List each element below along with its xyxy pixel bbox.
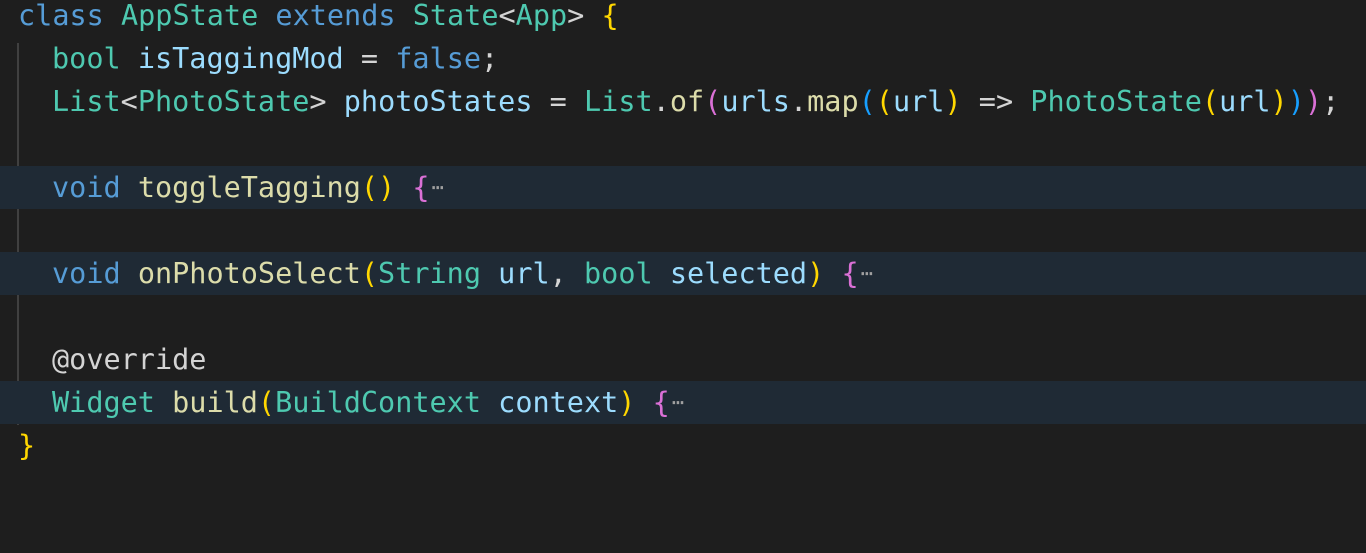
- list-declaration: List<PhotoState> photoStates = List.of(u…: [52, 80, 1339, 123]
- paren-open: (: [875, 85, 893, 118]
- code-line-1[interactable]: class AppState extends State<App> {: [0, 0, 1366, 37]
- params: (): [360, 171, 396, 204]
- fold-ellipsis-icon[interactable]: ⋯: [672, 390, 684, 414]
- fold-ellipsis-icon[interactable]: ⋯: [861, 261, 873, 285]
- method-name: toggleTagging: [137, 171, 361, 204]
- semicolon: ;: [481, 42, 499, 75]
- urls-variable: urls: [721, 85, 790, 118]
- keyword-extends: extends: [275, 0, 396, 32]
- field-name: photoStates: [343, 85, 533, 118]
- bool-literal: false: [395, 42, 482, 75]
- semicolon: ;: [1322, 85, 1340, 118]
- paren-open: (: [1201, 85, 1220, 118]
- arrow-operator: =>: [978, 85, 1014, 118]
- angle-close: >: [309, 85, 327, 118]
- paren-open: (: [360, 257, 379, 290]
- brace-open: {: [652, 386, 670, 419]
- angle-close: >: [567, 0, 585, 32]
- method-name: build: [172, 386, 258, 419]
- field-type: bool: [52, 42, 121, 75]
- method-name: onPhotoSelect: [137, 257, 361, 290]
- return-type: void: [52, 257, 121, 290]
- paren-close: ): [618, 386, 636, 419]
- return-type: Widget: [52, 386, 155, 419]
- angle-open: <: [498, 0, 516, 32]
- field-declaration: bool isTaggingMod = false;: [52, 37, 498, 80]
- code-line-3[interactable]: List<PhotoState> photoStates = List.of(u…: [0, 80, 1366, 123]
- override-annotation: @override: [52, 343, 207, 376]
- list-class: List: [584, 85, 653, 118]
- method-build: Widget build(BuildContext context) {⋯: [52, 381, 684, 424]
- constructor-call: PhotoState: [1030, 85, 1202, 118]
- paren-open: (: [858, 85, 876, 118]
- code-line-on-photo-select[interactable]: void onPhotoSelect(String url, bool sele…: [0, 252, 1366, 295]
- class-declaration: class AppState extends State<App> {: [18, 0, 619, 37]
- code-line-2[interactable]: bool isTaggingMod = false;: [0, 37, 1366, 80]
- method-toggle-tagging: void toggleTagging() {⋯: [52, 166, 444, 209]
- param-name: context: [498, 386, 619, 419]
- field-name: isTaggingMod: [137, 42, 344, 75]
- class-name: AppState: [120, 0, 259, 32]
- base-class: State: [412, 0, 499, 32]
- brace-open: {: [841, 257, 859, 290]
- dot: .: [652, 85, 670, 118]
- code-line-build[interactable]: Widget build(BuildContext context) {⋯: [0, 381, 1366, 424]
- code-editor[interactable]: class AppState extends State<App> { bool…: [0, 0, 1366, 478]
- code-line-annotation[interactable]: @override: [0, 338, 1366, 381]
- paren-open: (: [704, 85, 722, 118]
- ctor-argument: url: [1219, 85, 1271, 118]
- code-line-close[interactable]: }: [0, 424, 1366, 467]
- list-type: List: [52, 85, 121, 118]
- dot: .: [789, 85, 808, 118]
- paren-close: ): [1287, 85, 1305, 118]
- paren-close: ): [944, 85, 962, 118]
- method-of: of: [669, 85, 705, 118]
- class-brace-close: }: [18, 429, 36, 462]
- fold-ellipsis-icon[interactable]: ⋯: [432, 175, 444, 199]
- paren-close: ): [1304, 85, 1323, 118]
- keyword-class: class: [18, 0, 104, 32]
- brace-open: {: [412, 171, 430, 204]
- generic-type: PhotoState: [137, 85, 310, 118]
- param-type: BuildContext: [275, 386, 481, 419]
- lambda-param: url: [892, 85, 945, 118]
- assign-operator: =: [360, 42, 379, 75]
- class-brace-open: {: [601, 0, 619, 32]
- assign-operator: =: [549, 85, 567, 118]
- method-on-photo-select: void onPhotoSelect(String url, bool sele…: [52, 252, 873, 295]
- generic-type: App: [515, 0, 568, 32]
- paren-open: (: [257, 386, 276, 419]
- paren-close: ): [807, 257, 825, 290]
- param-type: String: [378, 257, 481, 290]
- param-name: url: [498, 257, 550, 290]
- angle-open: <: [120, 85, 138, 118]
- code-line-toggle-tagging[interactable]: void toggleTagging() {⋯: [0, 166, 1366, 209]
- method-map: map: [807, 85, 859, 118]
- param-type: bool: [584, 257, 653, 290]
- comma: ,: [549, 257, 567, 290]
- return-type: void: [52, 171, 121, 204]
- paren-close: ): [1270, 85, 1288, 118]
- param-name: selected: [669, 257, 808, 290]
